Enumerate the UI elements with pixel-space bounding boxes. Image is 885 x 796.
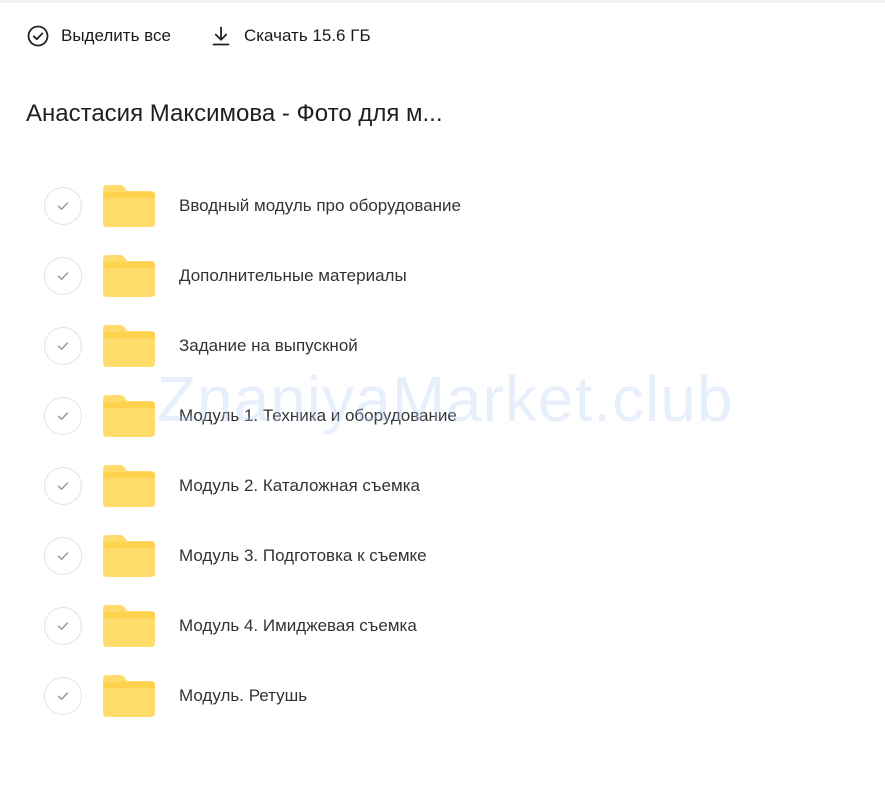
check-icon bbox=[57, 202, 69, 210]
item-select-checkbox[interactable] bbox=[44, 677, 82, 715]
top-divider bbox=[0, 0, 885, 3]
check-icon bbox=[57, 412, 69, 420]
item-name: Задание на выпускной bbox=[179, 336, 358, 355]
download-button[interactable]: Скачать 15.6 ГБ bbox=[209, 24, 371, 48]
item-select-checkbox[interactable] bbox=[44, 467, 82, 505]
select-all-label: Выделить все bbox=[61, 26, 171, 45]
select-all-button[interactable]: Выделить все bbox=[26, 24, 171, 48]
item-select-checkbox[interactable] bbox=[44, 537, 82, 575]
item-select-checkbox[interactable] bbox=[44, 327, 82, 365]
download-icon bbox=[209, 24, 233, 48]
folder-icon bbox=[103, 675, 155, 717]
check-icon bbox=[57, 622, 69, 630]
list-item[interactable]: Модуль 3. Подготовка к съемке bbox=[44, 521, 864, 591]
item-name: Модуль 2. Каталожная съемка bbox=[179, 476, 420, 495]
download-label: Скачать 15.6 ГБ bbox=[243, 26, 371, 45]
item-select-checkbox[interactable] bbox=[44, 257, 82, 295]
item-name: Модуль 1. Техника и оборудование bbox=[179, 406, 457, 425]
folder-icon bbox=[103, 185, 155, 227]
folder-icon bbox=[103, 535, 155, 577]
file-list: Вводный модуль про оборудование Дополнит… bbox=[44, 171, 864, 731]
check-icon bbox=[57, 342, 69, 350]
item-name: Вводный модуль про оборудование bbox=[179, 196, 462, 215]
folder-icon bbox=[103, 395, 155, 437]
item-name: Модуль. Ретушь bbox=[179, 686, 308, 705]
item-select-checkbox[interactable] bbox=[44, 397, 82, 435]
list-item[interactable]: Задание на выпускной bbox=[44, 311, 864, 381]
check-icon bbox=[57, 692, 69, 700]
folder-icon bbox=[103, 325, 155, 367]
folder-icon bbox=[103, 465, 155, 507]
list-item[interactable]: Модуль 2. Каталожная съемка bbox=[44, 451, 864, 521]
list-item[interactable]: Модуль. Ретушь bbox=[44, 661, 864, 731]
list-item[interactable]: Дополнительные материалы bbox=[44, 241, 864, 311]
check-icon bbox=[57, 272, 69, 280]
list-item[interactable]: Модуль 1. Техника и оборудование bbox=[44, 381, 864, 451]
item-name: Модуль 3. Подготовка к съемке bbox=[179, 546, 427, 565]
list-item[interactable]: Модуль 4. Имиджевая съемка bbox=[44, 591, 864, 661]
folder-icon bbox=[103, 605, 155, 647]
list-item[interactable]: Вводный модуль про оборудование bbox=[44, 171, 864, 241]
item-name: Дополнительные материалы bbox=[179, 266, 407, 285]
item-name: Модуль 4. Имиджевая съемка bbox=[179, 616, 417, 635]
folder-icon bbox=[103, 255, 155, 297]
item-select-checkbox[interactable] bbox=[44, 187, 82, 225]
page-title: Анастасия Максимова - Фото для м... bbox=[26, 100, 443, 127]
check-icon bbox=[57, 552, 69, 560]
toolbar: Выделить все Скачать 15.6 ГБ bbox=[26, 20, 409, 52]
check-circle-icon bbox=[26, 24, 50, 48]
item-select-checkbox[interactable] bbox=[44, 607, 82, 645]
check-icon bbox=[57, 482, 69, 490]
